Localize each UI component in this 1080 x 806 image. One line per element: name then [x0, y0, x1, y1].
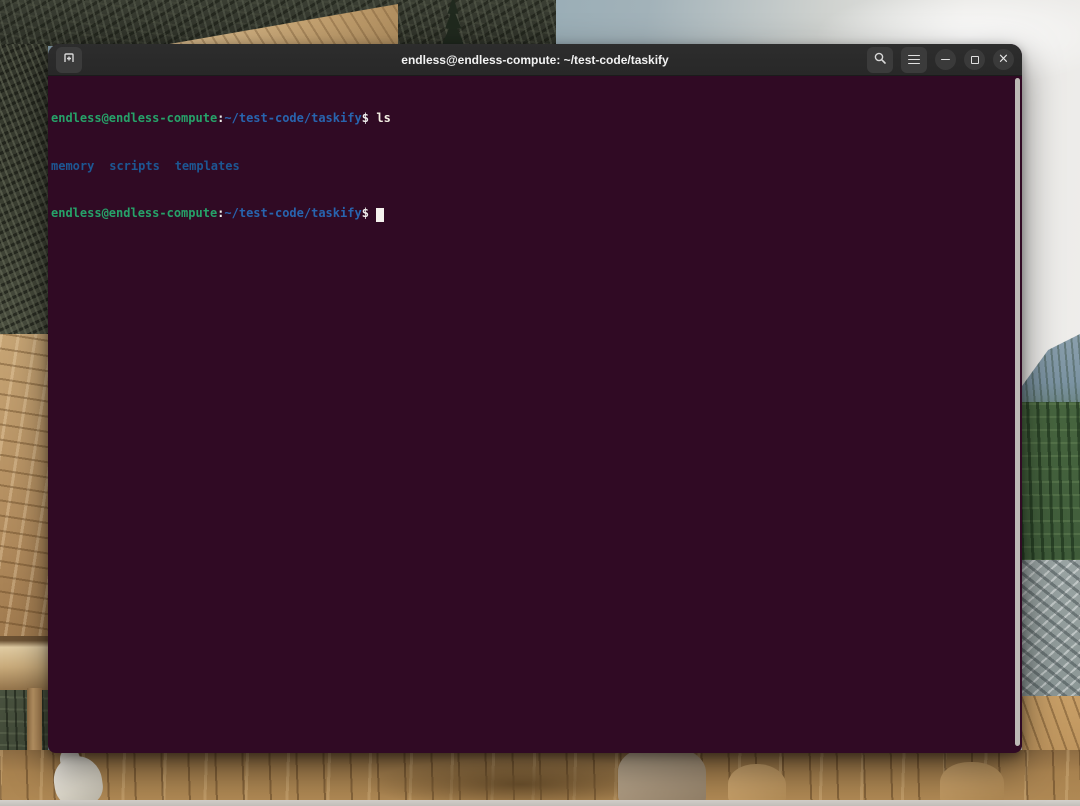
maximize-icon: [971, 56, 979, 64]
terminal-prompt-line: endless@endless-compute:~/test-code/task…: [51, 206, 1012, 222]
prompt-user-host: endless@endless-compute: [51, 206, 217, 220]
search-button[interactable]: [867, 47, 893, 73]
close-button[interactable]: ×: [993, 49, 1014, 70]
titlebar-controls: ×: [867, 47, 1014, 73]
window-title: endless@endless-compute: ~/test-code/tas…: [401, 53, 668, 67]
terminal-output-line: memory scripts templates: [51, 159, 1012, 175]
menu-button[interactable]: [901, 47, 927, 73]
prompt-path: ~/test-code/taskify: [224, 111, 361, 125]
terminal-screen[interactable]: endless@endless-compute:~/test-code/task…: [48, 76, 1022, 752]
prompt-symbol: $: [362, 111, 369, 125]
scrollbar[interactable]: [1015, 78, 1020, 746]
wallpaper-bottom-edge: [0, 800, 1080, 806]
directory-name: templates: [175, 159, 240, 173]
typed-command: ls: [376, 111, 390, 125]
minimize-button[interactable]: [935, 49, 956, 70]
minimize-icon: [941, 59, 950, 61]
prompt-user-host: endless@endless-compute: [51, 111, 217, 125]
wallpaper-wood-shingles: [0, 334, 48, 638]
wallpaper-branches-left: [0, 44, 48, 336]
wallpaper-forest: [1022, 402, 1080, 574]
wallpaper-stone-large: [618, 746, 706, 806]
new-tab-button[interactable]: [56, 47, 82, 73]
hamburger-menu-icon: [908, 55, 920, 65]
search-icon: [873, 51, 887, 68]
terminal-prompt-line: endless@endless-compute:~/test-code/task…: [51, 111, 1012, 127]
wallpaper-rocks: [1022, 560, 1080, 702]
terminal-window: endless@endless-compute: ~/test-code/tas…: [48, 44, 1022, 753]
prompt-symbol: $: [362, 206, 369, 220]
wallpaper-wood-beam: [0, 636, 48, 692]
terminal-cursor: [376, 208, 384, 222]
directory-name: scripts: [109, 159, 160, 173]
new-tab-icon: [62, 51, 76, 68]
maximize-button[interactable]: [964, 49, 985, 70]
titlebar[interactable]: endless@endless-compute: ~/test-code/tas…: [48, 44, 1022, 76]
prompt-path: ~/test-code/taskify: [224, 206, 361, 220]
directory-name: memory: [51, 159, 94, 173]
close-icon: ×: [998, 53, 1009, 66]
